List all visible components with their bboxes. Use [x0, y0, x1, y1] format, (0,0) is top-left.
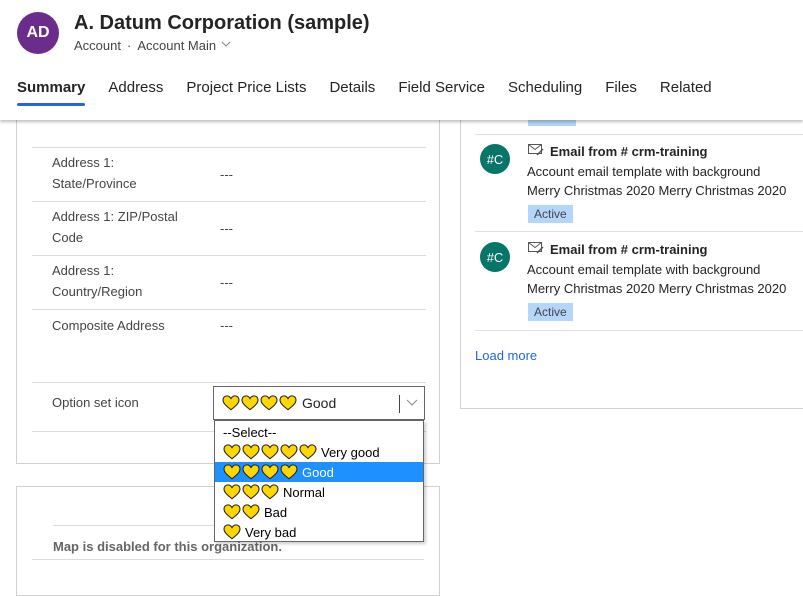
option-label: Normal: [283, 484, 325, 500]
field-value[interactable]: ---: [220, 318, 233, 333]
option-label: Bad: [264, 504, 288, 520]
field-value[interactable]: ---: [220, 275, 233, 290]
tab-details[interactable]: Details: [329, 79, 375, 104]
heart-icon: [223, 524, 241, 540]
heart-icon: [242, 484, 260, 500]
divider: [32, 559, 424, 560]
heart-icon: [261, 444, 279, 460]
heart-icon: [261, 484, 279, 500]
heart-icon: [223, 444, 241, 460]
tab-field-service[interactable]: Field Service: [398, 79, 485, 104]
chevron-down-icon: [221, 40, 231, 51]
option-hearts: [223, 464, 298, 480]
selected-hearts: [222, 395, 297, 411]
heart-icon: [241, 395, 259, 411]
tab-project-price-lists[interactable]: Project Price Lists: [186, 79, 306, 104]
activity-description: Merry Christmas 2020 Merry Christmas 202…: [527, 281, 787, 296]
tab-address[interactable]: Address: [108, 79, 163, 104]
heart-icon: [242, 444, 260, 460]
status-badge: Active: [528, 303, 573, 321]
divider: [475, 330, 803, 331]
entity-name: Account: [74, 38, 121, 53]
option-set-dropdown: --Select-- Very good Good Normal Bad Ver…: [214, 420, 424, 542]
option-very-bad[interactable]: Very bad: [215, 522, 423, 542]
field-label: Address 1: ZIP/Postal Code: [52, 209, 178, 245]
status-badge: Active: [528, 205, 573, 223]
divider: [475, 134, 803, 135]
heart-icon: [242, 504, 260, 520]
activity-avatar: #C: [480, 242, 510, 272]
activity-avatar: #C: [480, 144, 510, 174]
field-row-composite-address: Composite Address ---: [32, 309, 426, 382]
option-good[interactable]: Good: [215, 462, 423, 482]
field-label: Address 1: Country/Region: [52, 263, 143, 299]
tab-files[interactable]: Files: [605, 79, 637, 104]
option-select[interactable]: --Select--: [215, 422, 423, 442]
option-normal[interactable]: Normal: [215, 482, 423, 502]
tab-related[interactable]: Related: [660, 79, 712, 104]
record-avatar: AD: [17, 12, 59, 54]
heart-icon: [261, 464, 279, 480]
activity-description: Account email template with background: [527, 164, 761, 179]
field-label: Address 1: State/Province: [52, 155, 137, 191]
activity-title: Email from # crm-training: [528, 242, 707, 257]
form-selector[interactable]: Account Main: [137, 38, 231, 53]
activity-title: Email from # crm-training: [528, 144, 707, 159]
heart-icon: [223, 504, 241, 520]
divider: [475, 231, 803, 232]
email-icon: [528, 242, 544, 257]
heart-icon: [222, 395, 240, 411]
record-title: A. Datum Corporation (sample): [74, 12, 370, 34]
load-more-link[interactable]: Load more: [475, 348, 537, 363]
record-subtitle: Account · Account Main: [74, 38, 231, 53]
tab-scheduling[interactable]: Scheduling: [508, 79, 582, 104]
heart-icon: [280, 444, 298, 460]
field-value[interactable]: ---: [220, 167, 233, 182]
field-label: Option set icon: [52, 395, 139, 410]
subtitle-separator: ·: [126, 38, 132, 53]
form-name: Account Main: [137, 38, 217, 53]
field-row-state: Address 1: State/Province ---: [32, 147, 426, 201]
heart-icon: [223, 464, 241, 480]
option-very-good[interactable]: Very good: [215, 442, 423, 462]
select-separator: [399, 395, 400, 413]
activity-title-text: Email from # crm-training: [550, 144, 708, 159]
email-icon: [528, 144, 544, 159]
tab-summary[interactable]: Summary: [17, 79, 86, 106]
option-label: Good: [302, 464, 334, 480]
option-set-icon-select[interactable]: Good: [213, 386, 425, 420]
selected-value: Good: [302, 395, 337, 411]
field-row-zip: Address 1: ZIP/Postal Code ---: [32, 201, 426, 255]
heart-icon: [299, 444, 317, 460]
chevron-down-icon[interactable]: [405, 393, 419, 416]
activity-description: Account email template with background: [527, 262, 761, 277]
option-label: --Select--: [223, 424, 277, 440]
option-hearts: [223, 444, 317, 460]
heart-icon: [280, 464, 298, 480]
field-value[interactable]: ---: [220, 221, 233, 236]
option-label: Very bad: [245, 524, 297, 540]
activity-description: Merry Christmas 2020 Merry Christmas 202…: [527, 183, 787, 198]
field-label: Composite Address: [52, 318, 165, 333]
record-header: AD A. Datum Corporation (sample) Account…: [0, 0, 803, 120]
activity-title-text: Email from # crm-training: [550, 242, 708, 257]
heart-icon: [242, 464, 260, 480]
heart-icon: [260, 395, 278, 411]
heart-icon: [279, 395, 297, 411]
field-row-country: Address 1: Country/Region ---: [32, 255, 426, 309]
option-bad[interactable]: Bad: [215, 502, 423, 522]
heart-icon: [223, 484, 241, 500]
option-hearts: [223, 524, 241, 540]
option-hearts: [223, 504, 260, 520]
tab-bar: Summary Address Project Price Lists Deta…: [17, 79, 735, 106]
option-hearts: [223, 484, 279, 500]
option-label: Very good: [321, 444, 380, 460]
